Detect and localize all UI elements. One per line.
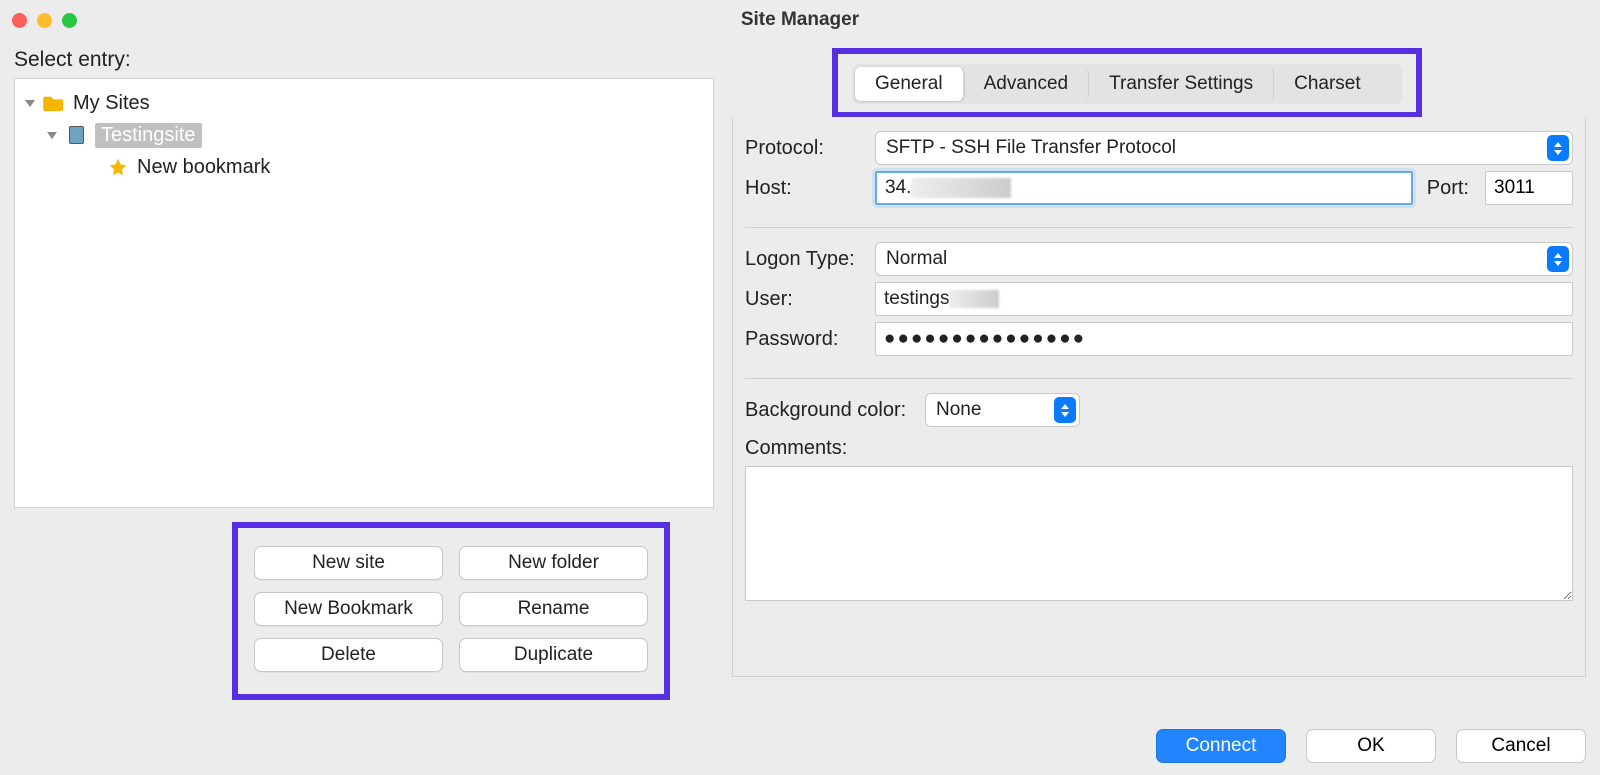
user-value: testings	[884, 288, 949, 310]
tree-label-testingsite: Testingsite	[95, 123, 202, 148]
delete-button[interactable]: Delete	[254, 638, 443, 672]
logon-type-select[interactable]: Normal	[875, 242, 1573, 276]
new-bookmark-button[interactable]: New Bookmark	[254, 592, 443, 626]
disclosure-triangle-icon[interactable]	[25, 100, 35, 107]
background-color-select[interactable]: None	[925, 393, 1080, 427]
comments-textarea[interactable]	[745, 466, 1573, 601]
select-arrows-icon	[1547, 246, 1569, 272]
tab-advanced[interactable]: Advanced	[964, 67, 1090, 101]
select-arrows-icon	[1547, 135, 1569, 161]
port-input[interactable]	[1485, 171, 1573, 205]
host-blur-redaction	[911, 178, 1011, 198]
new-folder-button[interactable]: New folder	[459, 546, 648, 580]
logon-type-label: Logon Type:	[745, 248, 875, 271]
star-icon	[107, 157, 129, 177]
port-label: Port:	[1427, 177, 1469, 200]
ok-button[interactable]: OK	[1306, 729, 1436, 763]
user-input[interactable]: testings	[875, 282, 1573, 316]
tab-transfer-settings[interactable]: Transfer Settings	[1089, 67, 1274, 101]
tree-label-bookmark: New bookmark	[137, 156, 270, 179]
user-blur-redaction	[949, 290, 999, 308]
duplicate-button[interactable]: Duplicate	[459, 638, 648, 672]
site-tree[interactable]: My Sites Testingsite New bookmark	[14, 78, 714, 508]
host-label: Host:	[745, 177, 875, 200]
comments-label: Comments:	[745, 437, 1573, 460]
rename-button[interactable]: Rename	[459, 592, 648, 626]
server-icon	[65, 125, 87, 145]
host-input[interactable]: 34.	[875, 171, 1413, 205]
protocol-select[interactable]: SFTP - SSH File Transfer Protocol	[875, 131, 1573, 165]
logon-type-value: Normal	[886, 248, 947, 270]
tree-label-my-sites: My Sites	[73, 92, 150, 115]
password-input[interactable]: ●●●●●●●●●●●●●●●	[875, 322, 1573, 356]
select-arrows-icon	[1054, 397, 1076, 423]
general-tab-panel: Protocol: SFTP - SSH File Transfer Proto…	[732, 117, 1586, 677]
titlebar: Site Manager	[0, 0, 1600, 40]
tab-general[interactable]: General	[855, 67, 964, 101]
new-site-button[interactable]: New site	[254, 546, 443, 580]
tree-row-testingsite[interactable]: Testingsite	[19, 119, 709, 151]
connect-button[interactable]: Connect	[1156, 729, 1286, 763]
tree-row-bookmark[interactable]: New bookmark	[19, 151, 709, 183]
disclosure-triangle-icon[interactable]	[47, 132, 57, 139]
cancel-button[interactable]: Cancel	[1456, 729, 1586, 763]
dialog-footer: Connect OK Cancel	[1156, 729, 1586, 763]
background-color-label: Background color:	[745, 399, 925, 422]
host-value: 34.	[885, 177, 911, 199]
site-buttons-highlight: New site New folder New Bookmark Rename …	[232, 522, 670, 700]
window-title: Site Manager	[0, 9, 1600, 31]
protocol-value: SFTP - SSH File Transfer Protocol	[886, 137, 1176, 159]
password-label: Password:	[745, 328, 875, 351]
tree-row-my-sites[interactable]: My Sites	[19, 87, 709, 119]
select-entry-label: Select entry:	[14, 48, 714, 72]
background-color-value: None	[936, 399, 981, 421]
tab-bar: General Advanced Transfer Settings Chars…	[852, 64, 1402, 104]
protocol-label: Protocol:	[745, 137, 875, 160]
tab-charset[interactable]: Charset	[1274, 67, 1381, 101]
user-label: User:	[745, 288, 875, 311]
folder-icon	[43, 93, 65, 113]
tabs-highlight: General Advanced Transfer Settings Chars…	[832, 48, 1422, 118]
password-value: ●●●●●●●●●●●●●●●	[884, 328, 1086, 350]
